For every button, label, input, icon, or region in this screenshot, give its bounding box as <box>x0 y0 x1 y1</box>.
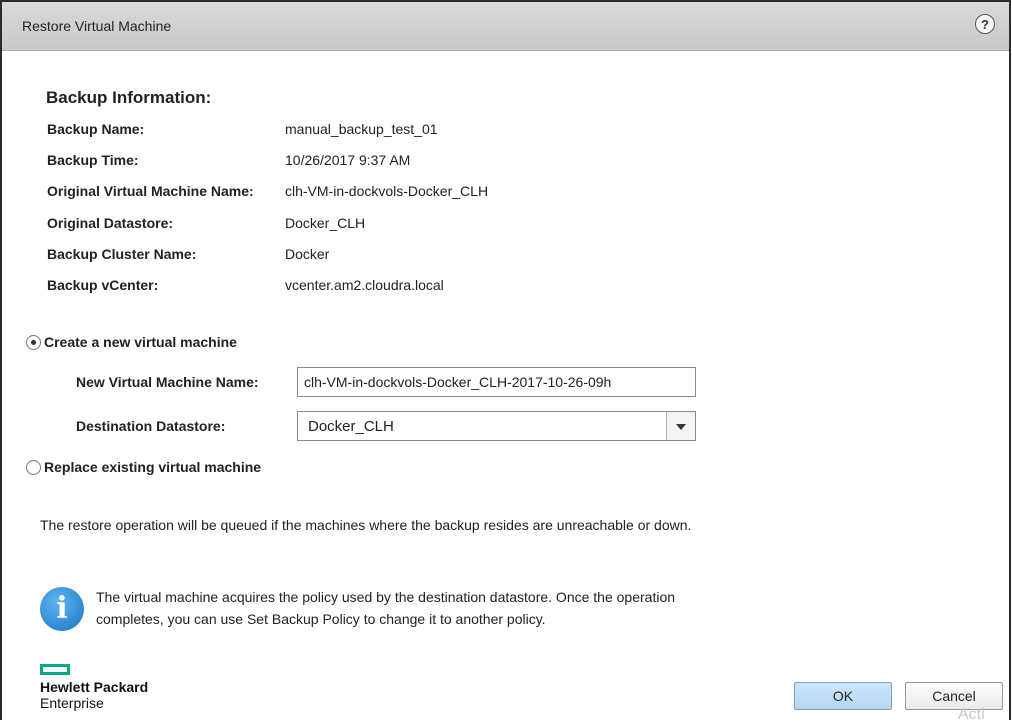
policy-info-message: The virtual machine acquires the policy … <box>96 589 676 627</box>
dialog-title: Restore Virtual Machine <box>22 18 172 34</box>
info-value: vcenter.am2.cloudra.local <box>285 277 444 293</box>
destination-datastore-label: Destination Datastore: <box>76 418 226 434</box>
ok-button[interactable]: OK <box>794 682 892 710</box>
new-vm-name-label: New Virtual Machine Name: <box>76 374 259 390</box>
activation-watermark: Acti <box>958 706 985 723</box>
hpe-logo: Hewlett Packard Enterprise <box>40 664 148 711</box>
hpe-logo-line1: Hewlett Packard <box>40 679 149 695</box>
queue-notice-text: The restore operation will be queued if … <box>40 517 692 533</box>
info-label: Backup vCenter: <box>47 277 159 293</box>
info-label: Backup Time: <box>47 152 139 168</box>
info-value: Docker <box>285 246 330 262</box>
destination-datastore-value: Docker_CLH <box>308 418 394 435</box>
replace-existing-vm-radio[interactable] <box>26 460 41 475</box>
info-value: manual_backup_test_01 <box>285 121 438 137</box>
cancel-button[interactable]: Cancel <box>905 682 1003 710</box>
create-new-vm-label[interactable]: Create a new virtual machine <box>44 334 237 350</box>
info-label: Backup Cluster Name: <box>47 246 197 262</box>
dialog-titlebar: Restore Virtual Machine ? <box>2 2 1009 51</box>
new-vm-name-input[interactable] <box>297 367 696 397</box>
chevron-down-icon[interactable] <box>666 412 695 440</box>
help-icon[interactable]: ? <box>975 14 995 34</box>
info-icon: i <box>40 587 84 631</box>
info-label: Original Virtual Machine Name: <box>47 183 254 199</box>
hpe-logo-mark <box>40 664 70 675</box>
info-value: clh-VM-in-dockvols-Docker_CLH <box>285 183 489 199</box>
hpe-logo-line2: Enterprise <box>40 695 104 711</box>
backup-info-heading: Backup Information: <box>46 88 212 107</box>
restore-vm-dialog: Restore Virtual Machine ? Backup Informa… <box>0 0 1011 720</box>
info-value: Docker_CLH <box>285 215 366 231</box>
create-new-vm-radio[interactable] <box>26 335 41 350</box>
info-value: 10/26/2017 9:37 AM <box>285 152 411 168</box>
info-label: Original Datastore: <box>47 215 174 231</box>
destination-datastore-select[interactable]: Docker_CLH <box>297 411 696 441</box>
info-label: Backup Name: <box>47 121 145 137</box>
replace-existing-vm-label[interactable]: Replace existing virtual machine <box>44 459 261 475</box>
